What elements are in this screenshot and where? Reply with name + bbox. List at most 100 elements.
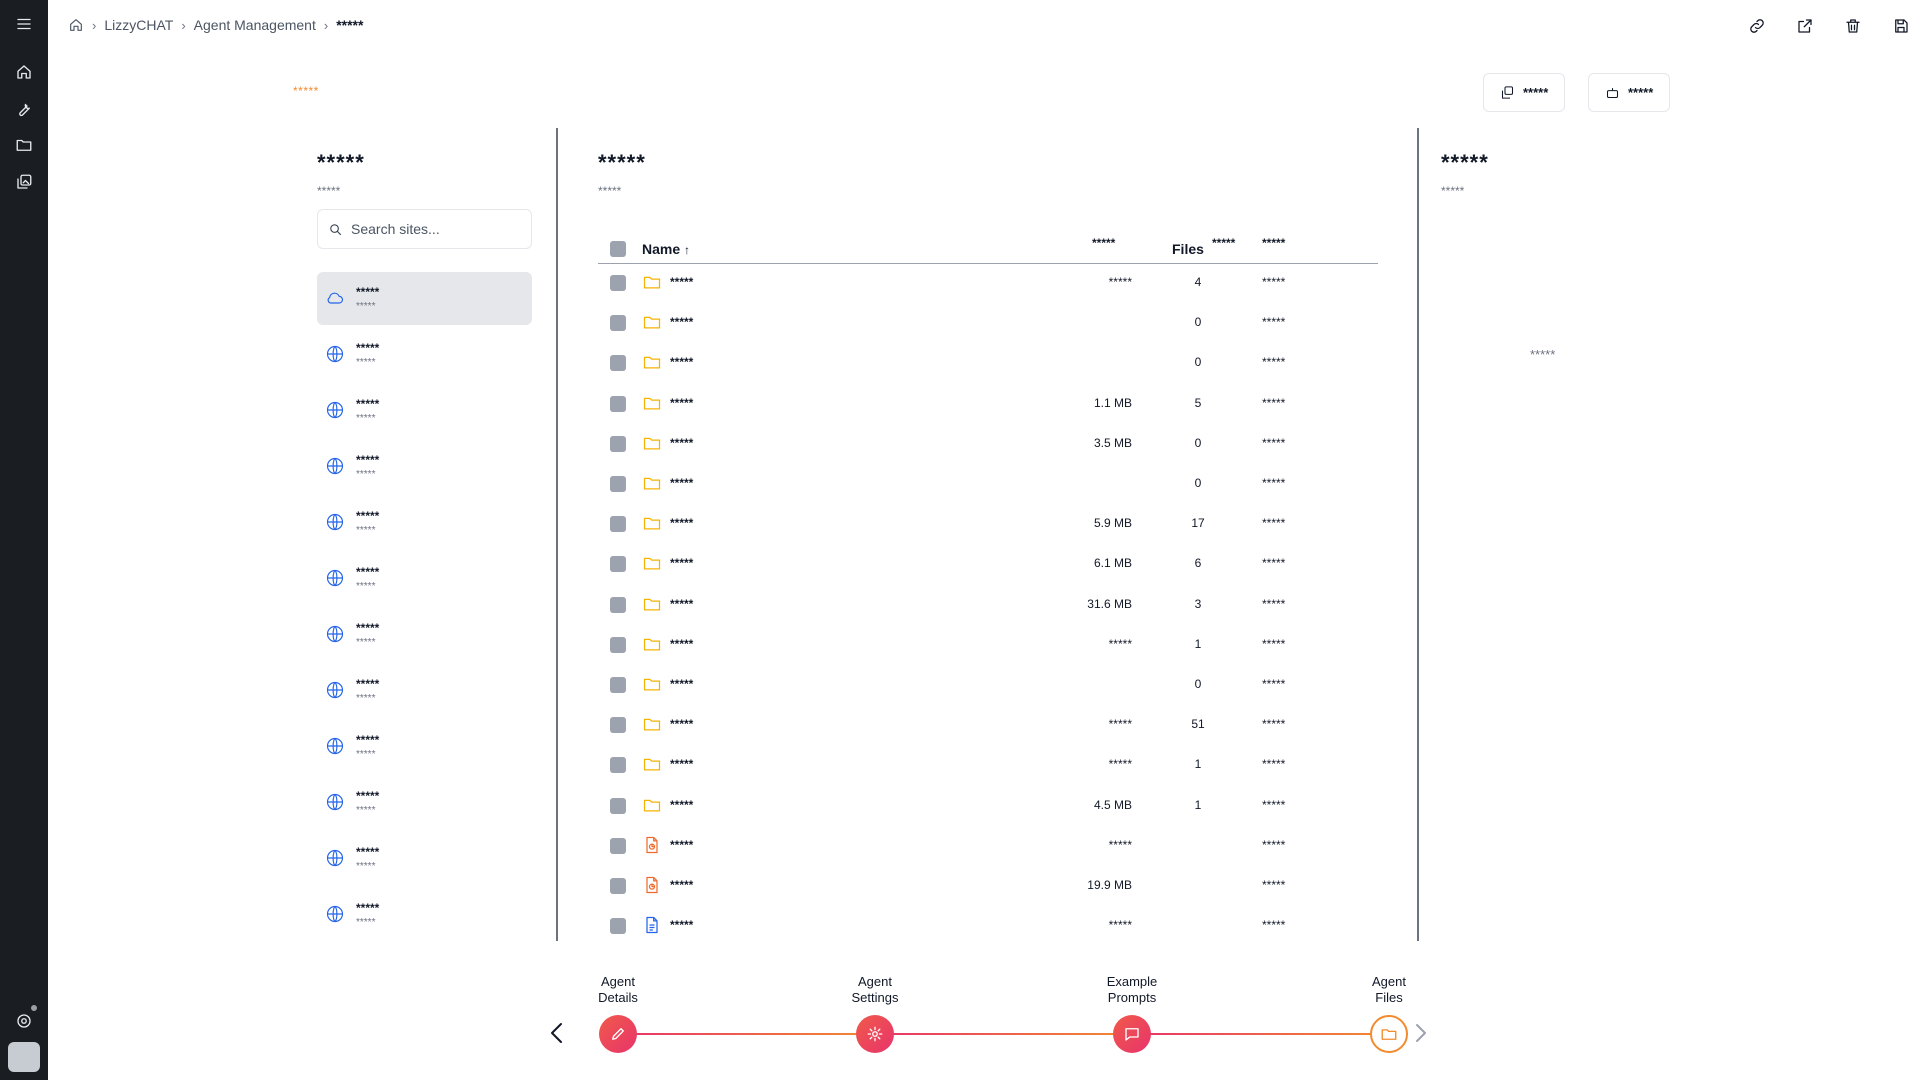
- row-checkbox[interactable]: [610, 435, 626, 452]
- home-icon[interactable]: [68, 17, 84, 33]
- table-row[interactable]: ***** ***** *****: [598, 906, 1378, 946]
- row-name[interactable]: *****: [670, 677, 693, 691]
- table-row[interactable]: ***** ***** 4 *****: [598, 263, 1378, 303]
- step-3-button[interactable]: [1113, 1015, 1151, 1053]
- sort-asc-icon: ↑: [684, 243, 691, 257]
- menu-icon[interactable]: [12, 12, 36, 36]
- table-row[interactable]: ***** 5.9 MB 17 *****: [598, 504, 1378, 544]
- row-name[interactable]: *****: [670, 476, 693, 490]
- row-checkbox[interactable]: [610, 275, 626, 291]
- site-item-name: *****: [356, 397, 380, 411]
- row-checkbox[interactable]: [610, 315, 626, 332]
- site-item[interactable]: ***** *****: [317, 888, 532, 941]
- row-checkbox[interactable]: [610, 476, 626, 492]
- row-checkbox[interactable]: [610, 878, 626, 894]
- table-row[interactable]: ***** 4.5 MB 1 *****: [598, 786, 1378, 826]
- row-name[interactable]: *****: [670, 436, 693, 450]
- step-4-button[interactable]: [1370, 1015, 1408, 1053]
- link-icon[interactable]: [1748, 17, 1768, 37]
- gallery-icon[interactable]: [12, 170, 36, 194]
- row-name[interactable]: *****: [670, 275, 693, 289]
- row-name[interactable]: *****: [670, 757, 693, 771]
- row-name[interactable]: *****: [670, 355, 693, 369]
- support-icon[interactable]: [12, 1009, 36, 1033]
- row-checkbox[interactable]: [610, 355, 626, 372]
- site-item[interactable]: ***** *****: [317, 608, 532, 661]
- column-extra-header[interactable]: *****: [1212, 236, 1235, 250]
- next-step-button[interactable]: [1408, 1018, 1432, 1048]
- site-item[interactable]: ***** *****: [317, 720, 532, 773]
- row-checkbox[interactable]: [610, 797, 626, 814]
- bot-button[interactable]: *****: [1588, 73, 1671, 112]
- copy-button[interactable]: *****: [1483, 73, 1566, 112]
- site-item[interactable]: ***** *****: [317, 832, 532, 885]
- row-name[interactable]: *****: [670, 717, 693, 731]
- globe-icon: [325, 736, 347, 758]
- site-item[interactable]: ***** *****: [317, 664, 532, 717]
- site-item[interactable]: ***** *****: [317, 440, 532, 493]
- row-name[interactable]: *****: [670, 918, 693, 932]
- table-row[interactable]: ***** 0 *****: [598, 464, 1378, 504]
- table-row[interactable]: ***** 19.9 MB *****: [598, 866, 1378, 906]
- row-name[interactable]: *****: [670, 798, 693, 812]
- row-checkbox[interactable]: [610, 918, 626, 935]
- table-row[interactable]: ***** 31.6 MB 3 *****: [598, 585, 1378, 625]
- table-row[interactable]: ***** ***** 51 *****: [598, 705, 1378, 745]
- folder-icon[interactable]: [12, 133, 36, 157]
- row-checkbox[interactable]: [610, 556, 626, 573]
- site-item[interactable]: ***** *****: [317, 328, 532, 381]
- select-all-checkbox[interactable]: [610, 241, 626, 257]
- column-size-header[interactable]: *****: [1092, 236, 1115, 250]
- row-checkbox[interactable]: [610, 837, 626, 854]
- prev-step-button[interactable]: [545, 1018, 569, 1048]
- column-modified-header[interactable]: *****: [1262, 236, 1285, 250]
- row-name[interactable]: *****: [670, 878, 693, 892]
- row-name[interactable]: *****: [670, 396, 693, 410]
- step-2-button[interactable]: [856, 1015, 894, 1053]
- table-row[interactable]: ***** ***** *****: [598, 826, 1378, 866]
- wrench-icon[interactable]: [12, 97, 36, 121]
- table-row[interactable]: ***** 3.5 MB 0 *****: [598, 424, 1378, 464]
- table-row[interactable]: ***** 1.1 MB 5 *****: [598, 384, 1378, 424]
- row-name[interactable]: *****: [670, 516, 693, 530]
- save-icon[interactable]: [1892, 17, 1912, 37]
- cloud-icon: [325, 288, 347, 310]
- site-item[interactable]: ***** *****: [317, 552, 532, 605]
- divider: [556, 128, 558, 941]
- trash-icon[interactable]: [1844, 17, 1864, 37]
- row-name[interactable]: *****: [670, 597, 693, 611]
- breadcrumb-agent-management[interactable]: Agent Management: [194, 17, 316, 33]
- row-checkbox[interactable]: [610, 717, 626, 734]
- site-item[interactable]: ***** *****: [317, 384, 532, 437]
- table-row[interactable]: ***** 0 *****: [598, 303, 1378, 343]
- row-checkbox[interactable]: [610, 395, 626, 412]
- row-name[interactable]: *****: [670, 838, 693, 852]
- table-row[interactable]: ***** ***** 1 *****: [598, 625, 1378, 665]
- row-checkbox[interactable]: [610, 677, 626, 693]
- site-search-box[interactable]: [317, 209, 532, 249]
- table-row[interactable]: ***** 0 *****: [598, 665, 1378, 705]
- share-icon[interactable]: [1796, 17, 1816, 37]
- row-name[interactable]: *****: [670, 556, 693, 570]
- row-name[interactable]: *****: [670, 315, 693, 329]
- table-row[interactable]: ***** 0 *****: [598, 343, 1378, 383]
- step-1-button[interactable]: [599, 1015, 637, 1053]
- home-icon[interactable]: [12, 60, 36, 84]
- row-checkbox[interactable]: [610, 516, 626, 533]
- row-checkbox[interactable]: [610, 596, 626, 613]
- column-name-header[interactable]: Name ↑: [642, 241, 690, 257]
- column-files-header[interactable]: Files: [1172, 241, 1204, 257]
- table-row[interactable]: ***** ***** 1 *****: [598, 745, 1378, 785]
- table-row[interactable]: ***** 6.1 MB 6 *****: [598, 544, 1378, 584]
- avatar[interactable]: [8, 1042, 40, 1072]
- row-checkbox[interactable]: [610, 636, 626, 653]
- breadcrumb-lizzychat[interactable]: LizzyCHAT: [104, 17, 173, 33]
- site-item[interactable]: ***** *****: [317, 776, 532, 829]
- detail-panel-title: *****: [1441, 150, 1489, 175]
- site-search-input[interactable]: [351, 221, 521, 237]
- row-name[interactable]: *****: [670, 637, 693, 651]
- site-item[interactable]: ***** *****: [317, 496, 532, 549]
- row-checkbox[interactable]: [610, 757, 626, 774]
- site-item[interactable]: ***** *****: [317, 272, 532, 325]
- globe-icon: [325, 400, 347, 422]
